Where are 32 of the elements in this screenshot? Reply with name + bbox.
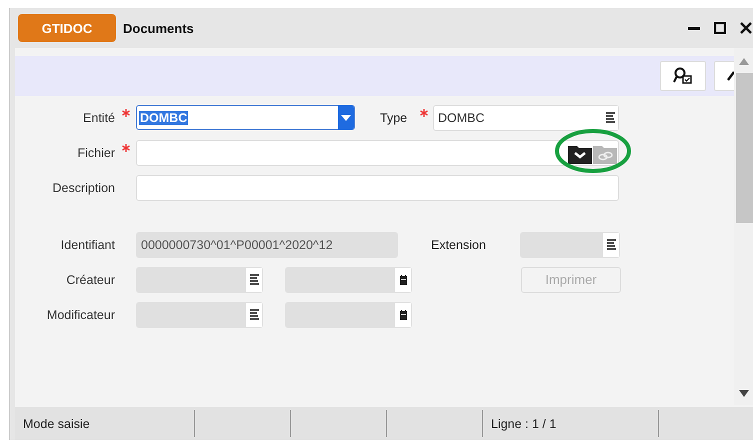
field-label: Extension [431, 238, 487, 252]
field-label: Modificateur [46, 308, 115, 322]
field-label: Fichier [76, 146, 115, 160]
field-label: Description [51, 180, 115, 194]
file-field[interactable] [136, 140, 619, 166]
type-field[interactable]: DOMBC [433, 104, 619, 130]
calendar-icon[interactable] [400, 310, 406, 320]
field-label: Type [380, 110, 408, 124]
field-label: Identifiant [60, 238, 115, 252]
close-icon[interactable] [740, 22, 752, 34]
asterisk-icon [122, 109, 130, 117]
description-field[interactable] [136, 174, 619, 200]
window-title: Documents [123, 20, 194, 36]
date-field[interactable] [285, 266, 412, 292]
status-position: Ligne : 1 / 1 [483, 410, 659, 437]
asterisk-icon [420, 109, 428, 117]
scroll-down-icon[interactable] [739, 390, 749, 397]
scrollbar-thumb[interactable] [736, 73, 752, 223]
field-label: Créateur [65, 272, 115, 286]
caret-icon [341, 114, 351, 120]
field-label: Entité [82, 110, 115, 124]
app-badge: GTIDOC [18, 14, 116, 42]
tool-icon [727, 71, 734, 81]
user-check-icon [673, 67, 693, 85]
calendar-icon[interactable] [400, 274, 406, 284]
list-icon[interactable] [606, 112, 614, 123]
user-search-button[interactable] [660, 61, 706, 91]
entity-select[interactable]: DOMBC [136, 105, 355, 130]
status-mode: Mode saisie [15, 410, 195, 437]
asterisk-icon [122, 144, 130, 152]
date-field[interactable] [285, 302, 412, 328]
maximize-icon[interactable] [714, 22, 726, 34]
